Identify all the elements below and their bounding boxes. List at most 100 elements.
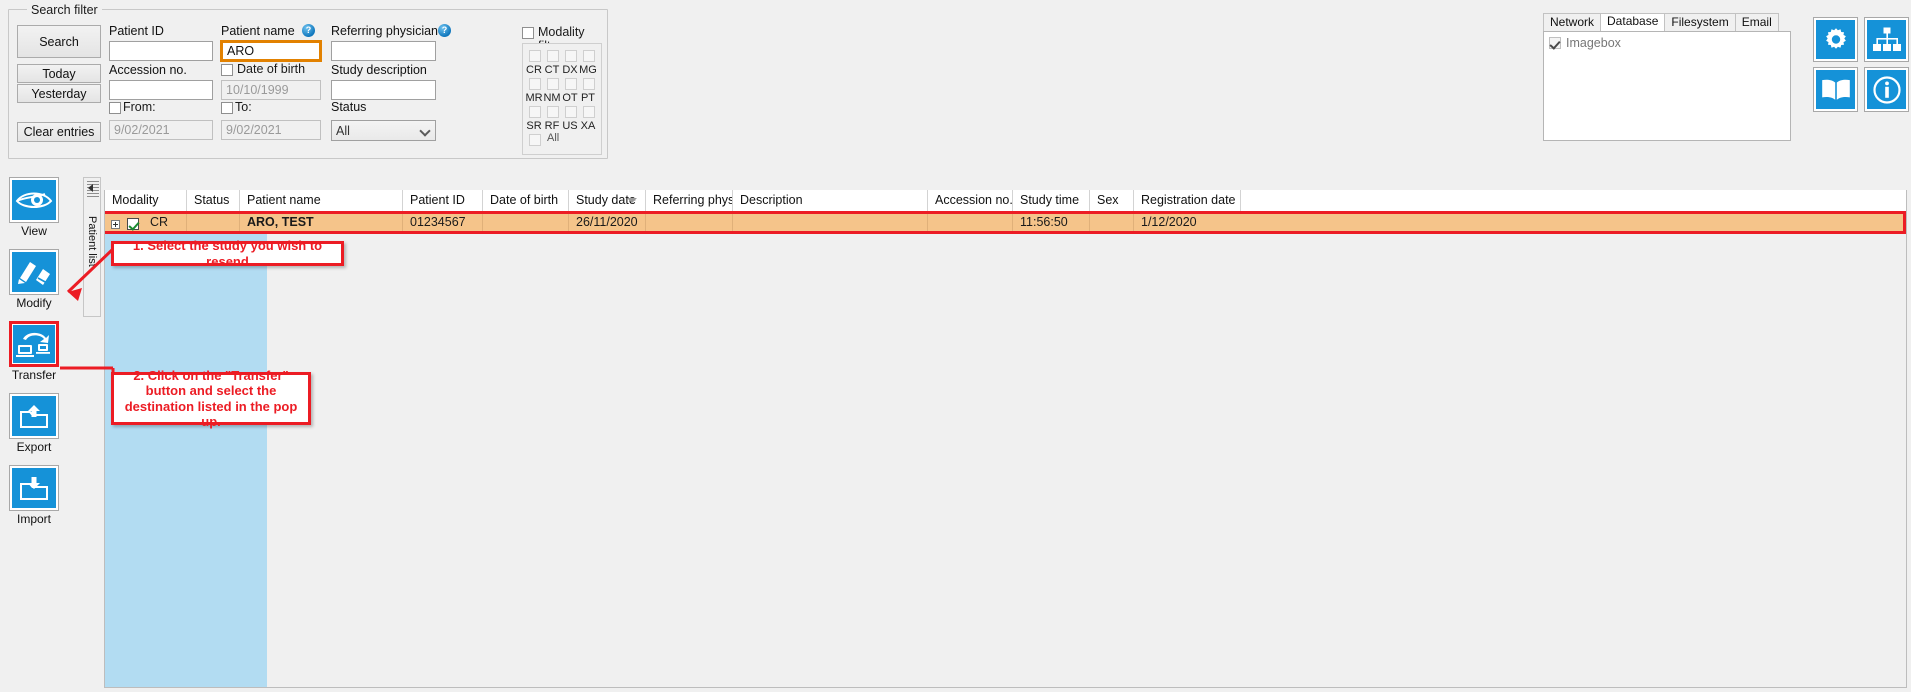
cell-patient-id: 01234567 (403, 214, 483, 231)
folder-down-icon[interactable] (9, 465, 59, 511)
column-header-status[interactable]: Status (187, 190, 240, 211)
from-checkbox[interactable] (109, 102, 121, 114)
modality-label-MR: MR (525, 92, 543, 104)
modality-checkbox-all[interactable] (529, 134, 541, 146)
modality-label-US: US (562, 120, 578, 132)
cell-date-of-birth (483, 214, 569, 231)
modality-label-OT: OT (562, 92, 578, 104)
column-header-patient-name[interactable]: Patient name (240, 190, 403, 211)
modality-checkbox-XA[interactable] (583, 106, 595, 118)
tab-network[interactable]: Network (1543, 13, 1602, 31)
list-item[interactable]: Imagebox (1549, 36, 1621, 50)
cell-study-time: 11:56:50 (1013, 214, 1090, 231)
tool-export[interactable]: Export (9, 393, 59, 454)
modality-checkbox-OT[interactable] (565, 78, 577, 90)
modality-checkbox-MR[interactable] (529, 78, 541, 90)
search-filter-panel: Search filter Search Today Yesterday Cle… (8, 3, 608, 159)
to-checkbox[interactable] (221, 102, 233, 114)
modality-checkbox-RF[interactable] (547, 106, 559, 118)
column-header-description[interactable]: Description (733, 190, 928, 211)
row-checkbox[interactable] (127, 218, 139, 230)
tab-filesystem[interactable]: Filesystem (1664, 13, 1736, 31)
tool-transfer[interactable]: Transfer (9, 321, 59, 382)
annotation-step-2: 2. Click on the "Transfer" button and se… (111, 368, 311, 429)
accession-no-label: Accession no. (109, 63, 187, 77)
tool-view-label: View (21, 224, 47, 238)
column-header-date-of-birth[interactable]: Date of birth (483, 190, 569, 211)
status-label: Status (331, 100, 367, 114)
date-of-birth-input[interactable]: 10/10/1999 (221, 80, 321, 100)
annotation-step-2-line-3: destination listed in the pop up. (124, 398, 298, 429)
modality-checkbox-CT[interactable] (547, 50, 559, 62)
column-header-modality[interactable]: Modality (105, 190, 187, 211)
modality-checkbox-NM[interactable] (547, 78, 559, 90)
destination-panel: Network Database Filesystem Email Imageb… (1543, 13, 1791, 157)
modality-grid: CR CT DX MG MR NM OT PT SR RF US XA All (522, 43, 602, 155)
cell-sex (1090, 214, 1134, 231)
imagebox-checkbox[interactable] (1549, 37, 1561, 49)
cell-modality-value: CR (150, 215, 169, 229)
chevron-right-icon[interactable] (88, 184, 93, 192)
accession-no-input[interactable] (109, 80, 213, 100)
study-description-input[interactable] (331, 80, 436, 100)
search-filter-legend: Search filter (27, 3, 102, 17)
settings-button[interactable] (1813, 17, 1858, 62)
selection-column-highlight (105, 211, 267, 687)
cell-patient-name: ARO, TEST (240, 214, 403, 231)
manual-button[interactable] (1813, 67, 1858, 112)
cell-registration-date: 1/12/2020 (1141, 215, 1197, 229)
column-header-accession-no[interactable]: Accession no. (928, 190, 1013, 211)
date-of-birth-checkbox[interactable] (221, 64, 233, 76)
column-header-study-time[interactable]: Study time (1013, 190, 1090, 211)
modality-checkbox-CR[interactable] (529, 50, 541, 62)
eye-icon[interactable] (9, 177, 59, 223)
yesterday-button[interactable]: Yesterday (17, 84, 101, 103)
modality-label-XA: XA (580, 120, 596, 132)
tab-email[interactable]: Email (1734, 13, 1779, 31)
folder-up-icon[interactable] (9, 393, 59, 439)
referring-physician-help-icon[interactable]: ? (438, 24, 451, 37)
tool-import[interactable]: Import (9, 465, 59, 526)
column-header-sex[interactable]: Sex (1090, 190, 1134, 211)
pencil-eraser-icon[interactable] (9, 249, 59, 295)
column-header-patient-id[interactable]: Patient ID (403, 190, 483, 211)
sort-descending-icon (627, 198, 637, 203)
list-item-label: Imagebox (1566, 36, 1621, 50)
referring-physician-input[interactable] (331, 41, 436, 61)
column-header-referring-phys[interactable]: Referring phys. (646, 190, 733, 211)
chevron-down-icon (419, 125, 431, 137)
patient-id-input[interactable] (109, 41, 213, 61)
modality-checkbox-US[interactable] (565, 106, 577, 118)
modality-checkbox-SR[interactable] (529, 106, 541, 118)
modality-checkbox-DX[interactable] (565, 50, 577, 62)
clear-entries-button[interactable]: Clear entries (17, 122, 101, 142)
today-button[interactable]: Today (17, 64, 101, 83)
modality-label-RF: RF (544, 120, 560, 132)
table-row[interactable]: CR ARO, TEST 01234567 26/11/2020 11:56:5… (105, 211, 1906, 234)
cell-modality[interactable]: CR (105, 214, 187, 231)
transfer-computers-icon[interactable] (9, 321, 59, 367)
status-select[interactable]: All (331, 120, 436, 141)
patient-name-input[interactable]: ARO (220, 40, 322, 62)
tool-view[interactable]: View (9, 177, 59, 238)
tool-modify[interactable]: Modify (9, 249, 59, 310)
column-header-study-date[interactable]: Study date (569, 190, 646, 211)
tab-database[interactable]: Database (1600, 13, 1666, 31)
gear-icon (1825, 27, 1846, 49)
about-button[interactable] (1864, 67, 1909, 112)
modality-checkbox-PT[interactable] (583, 78, 595, 90)
column-header-registration-date[interactable]: Registration date (1134, 190, 1241, 211)
network-button[interactable] (1864, 17, 1909, 62)
to-date-input[interactable]: 9/02/2021 (221, 120, 321, 140)
expand-row-icon[interactable] (111, 220, 120, 229)
patient-name-help-icon[interactable]: ? (302, 24, 315, 37)
modality-checkbox-MG[interactable] (583, 50, 595, 62)
search-button[interactable]: Search (17, 25, 101, 58)
patient-list-tab[interactable]: Patient list (83, 177, 101, 317)
status-select-value: All (336, 123, 350, 138)
modality-filter-checkbox[interactable] (522, 27, 534, 39)
book-icon (1821, 79, 1850, 100)
from-date-input[interactable]: 9/02/2021 (109, 120, 213, 140)
destination-listbox[interactable]: Imagebox (1543, 31, 1791, 141)
tool-import-label: Import (16, 512, 51, 526)
